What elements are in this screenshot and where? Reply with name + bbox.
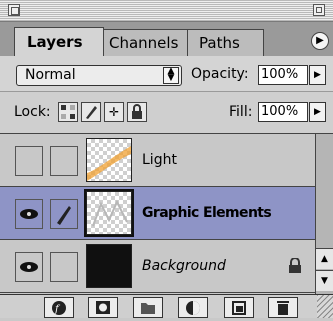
tab-bar: Paths Channels Layers ▶ xyxy=(0,22,333,56)
tab-label: Paths xyxy=(199,34,240,52)
layers-scrollbar[interactable]: ▲ ▼ xyxy=(315,134,333,294)
scroll-up-arrow-icon[interactable]: ▲ xyxy=(316,248,333,269)
opacity-label: Opacity: xyxy=(191,66,249,82)
scroll-down-arrow-icon[interactable]: ▼ xyxy=(316,270,333,291)
link-toggle[interactable] xyxy=(50,146,78,176)
layers-list: Light Graphic Elements Background xyxy=(0,134,315,294)
lock-label: Lock: xyxy=(14,104,51,120)
opacity-slider-arrow-icon[interactable]: ▶ xyxy=(309,65,326,85)
bottom-toolbar: f xyxy=(0,294,333,318)
tab-label: Channels xyxy=(109,34,179,52)
layer-name: Light xyxy=(142,152,177,168)
tab-paths[interactable]: Paths xyxy=(186,29,264,56)
fill-slider-arrow-icon[interactable]: ▶ xyxy=(309,102,326,122)
resize-grip[interactable] xyxy=(317,295,333,318)
blend-mode-value: Normal xyxy=(25,67,76,83)
tab-layers[interactable]: Layers xyxy=(14,27,104,56)
palette-menu-icon[interactable]: ▶ xyxy=(311,32,329,50)
layer-row-graphic-elements[interactable]: Graphic Elements xyxy=(0,187,315,240)
lock-icon xyxy=(289,258,301,273)
visibility-toggle[interactable] xyxy=(15,146,43,176)
layer-thumbnail xyxy=(84,189,134,237)
layer-thumbnail xyxy=(86,138,132,182)
layers-palette: Paths Channels Layers ▶ Normal ▲ ▼ Opacit… xyxy=(0,0,333,318)
layer-name: Background xyxy=(142,258,226,274)
blend-row: Normal ▲ ▼ Opacity: 100% ▶ xyxy=(0,57,333,92)
tab-channels[interactable]: Channels xyxy=(92,29,188,56)
select-arrows-icon: ▲ ▼ xyxy=(163,67,179,84)
lock-transparency-icon[interactable] xyxy=(58,102,78,122)
layer-style-icon[interactable]: f xyxy=(44,297,74,318)
layer-row-light[interactable]: Light xyxy=(0,134,315,187)
layer-thumbnail xyxy=(86,244,132,288)
lock-image-pixels-icon[interactable] xyxy=(81,102,101,122)
eye-icon xyxy=(20,262,38,272)
layer-row-background[interactable]: Background xyxy=(0,240,315,293)
new-set-icon[interactable] xyxy=(133,297,163,318)
lock-all-icon[interactable] xyxy=(127,102,147,122)
lock-position-icon[interactable]: ✛ xyxy=(104,102,124,122)
opacity-input[interactable]: 100% xyxy=(258,65,308,85)
brush-icon xyxy=(57,206,71,225)
lock-row: Lock: ✛ Fill: 100% ▶ xyxy=(0,92,333,134)
fill-input[interactable]: 100% xyxy=(258,102,308,122)
link-toggle[interactable] xyxy=(50,252,78,282)
adjustment-layer-icon[interactable] xyxy=(178,297,208,318)
visibility-toggle[interactable] xyxy=(15,199,43,229)
eye-icon xyxy=(20,209,38,219)
title-bar[interactable] xyxy=(0,0,333,22)
layer-mask-icon[interactable] xyxy=(88,297,118,318)
layer-name: Graphic Elements xyxy=(142,205,272,221)
trash-icon[interactable] xyxy=(268,297,298,318)
new-layer-icon[interactable] xyxy=(224,297,254,318)
fill-label: Fill: xyxy=(229,104,253,120)
link-toggle[interactable] xyxy=(50,199,78,229)
tab-label: Layers xyxy=(27,33,83,51)
zoom-box-icon[interactable] xyxy=(313,4,325,16)
blend-mode-select[interactable]: Normal ▲ ▼ xyxy=(16,65,182,86)
close-box-icon[interactable] xyxy=(8,4,20,16)
visibility-toggle[interactable] xyxy=(15,252,43,282)
